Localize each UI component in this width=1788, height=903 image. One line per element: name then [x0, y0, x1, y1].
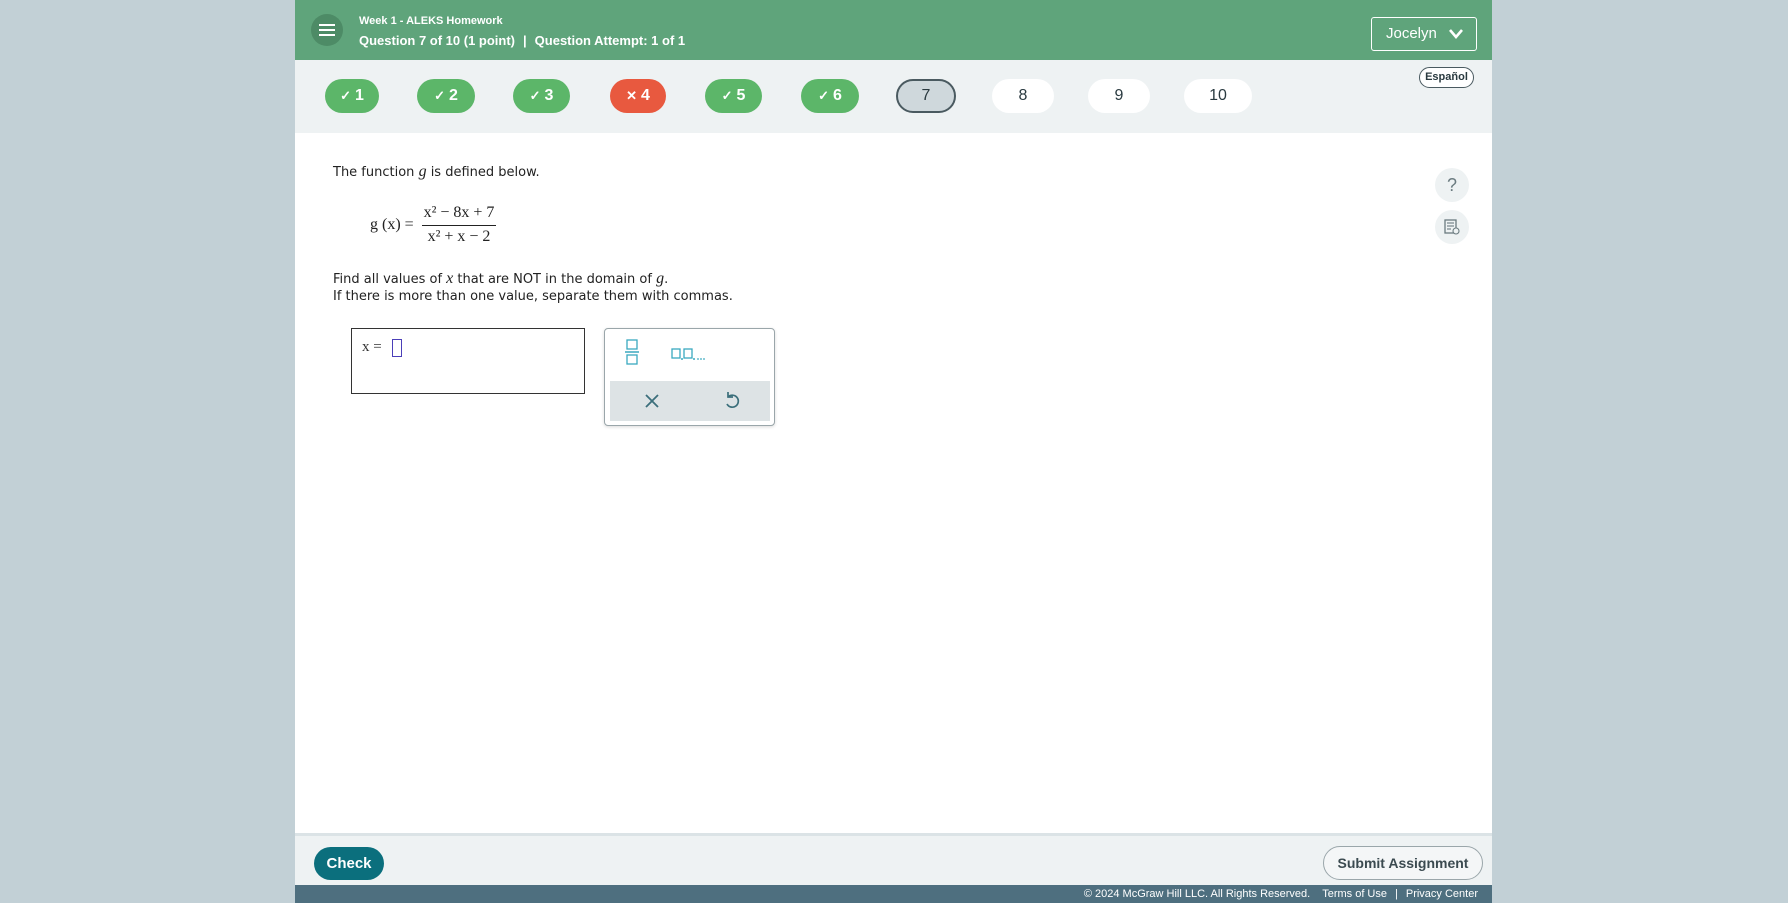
- user-menu-button[interactable]: Jocelyn: [1371, 17, 1477, 51]
- submit-assignment-button[interactable]: Submit Assignment: [1323, 846, 1483, 880]
- footer-separator: |: [1395, 888, 1398, 900]
- question-navigation: ✓ 1 ✓ 2 ✓ 3 ✕ 4 ✓ 5 ✓ 6 7 8 9 10 Español: [295, 60, 1492, 133]
- fraction-icon[interactable]: [621, 339, 643, 365]
- question-3-button[interactable]: ✓ 3: [513, 79, 570, 113]
- keypad-actions: [610, 381, 770, 421]
- privacy-link[interactable]: Privacy Center: [1406, 888, 1478, 900]
- checkmark-icon: ✓: [434, 88, 445, 103]
- prompt-instructions: If there is more than one value, separat…: [333, 289, 733, 304]
- attempt-label: Question Attempt: 1 of 1: [534, 33, 686, 48]
- copyright-text: © 2024 McGraw Hill LLC. All Rights Reser…: [1083, 888, 1311, 900]
- header-bar: Week 1 - ALEKS Homework Question 7 of 10…: [295, 0, 1492, 60]
- prompt-text: Find all values of x that are NOT in the…: [333, 270, 669, 287]
- menu-icon[interactable]: [311, 14, 343, 46]
- checkmark-icon: ✓: [529, 88, 541, 103]
- question-5-button[interactable]: ✓ 5: [705, 79, 762, 113]
- undo-icon[interactable]: [720, 389, 744, 413]
- user-name: Jocelyn: [1386, 25, 1437, 42]
- question-label: Question 7 of 10 (1 point): [359, 33, 516, 48]
- question-info: Question 7 of 10 (1 point) | Question Atte…: [359, 33, 685, 48]
- course-title: Week 1 - ALEKS Homework: [359, 15, 503, 27]
- terms-link[interactable]: Terms of Use: [1310, 888, 1387, 900]
- clear-icon[interactable]: [640, 389, 664, 413]
- fraction-bar: [422, 225, 496, 226]
- formula-fraction: x² − 8x + 7 x² + x − 2: [422, 199, 496, 246]
- formula-denominator: x² + x − 2: [427, 228, 491, 245]
- formula-lhs: g (x) =: [370, 216, 414, 233]
- copyright-bar: © 2024 McGraw Hill LLC. All Rights Reser…: [295, 885, 1492, 903]
- aleks-app: Week 1 - ALEKS Homework Question 7 of 10…: [295, 0, 1492, 903]
- x-mark-icon: ✕: [626, 88, 637, 103]
- answer-cursor-box[interactable]: [392, 339, 402, 357]
- question-8-button[interactable]: 8: [992, 79, 1054, 113]
- question-4-button[interactable]: ✕ 4: [610, 79, 666, 113]
- checkmark-icon: ✓: [340, 88, 351, 103]
- check-button[interactable]: Check: [314, 847, 384, 880]
- help-button[interactable]: ?: [1435, 168, 1469, 202]
- question-1-button[interactable]: ✓ 1: [325, 79, 379, 113]
- checkmark-icon: ✓: [818, 88, 829, 103]
- function-name: g: [418, 163, 427, 180]
- question-2-button[interactable]: ✓ 2: [417, 79, 475, 113]
- checkmark-icon: ✓: [721, 88, 733, 103]
- question-6-button[interactable]: ✓ 6: [801, 79, 859, 113]
- answer-input[interactable]: x =: [351, 328, 585, 394]
- math-keypad: [604, 328, 775, 426]
- intro-text: The function g is defined below.: [333, 163, 540, 180]
- formula-numerator: x² − 8x + 7: [423, 204, 495, 221]
- footer-bar: Check Submit Assignment: [295, 833, 1492, 885]
- list-separator-icon[interactable]: [671, 345, 709, 363]
- answer-prefix: x =: [362, 339, 382, 355]
- question-9-button[interactable]: 9: [1088, 79, 1150, 113]
- language-toggle-button[interactable]: Español: [1419, 67, 1474, 88]
- question-10-button[interactable]: 10: [1184, 79, 1252, 113]
- notes-icon[interactable]: [1435, 210, 1469, 244]
- chevron-down-icon: [1449, 29, 1463, 39]
- header-separator: |: [523, 33, 527, 48]
- question-7-button[interactable]: 7: [896, 79, 956, 113]
